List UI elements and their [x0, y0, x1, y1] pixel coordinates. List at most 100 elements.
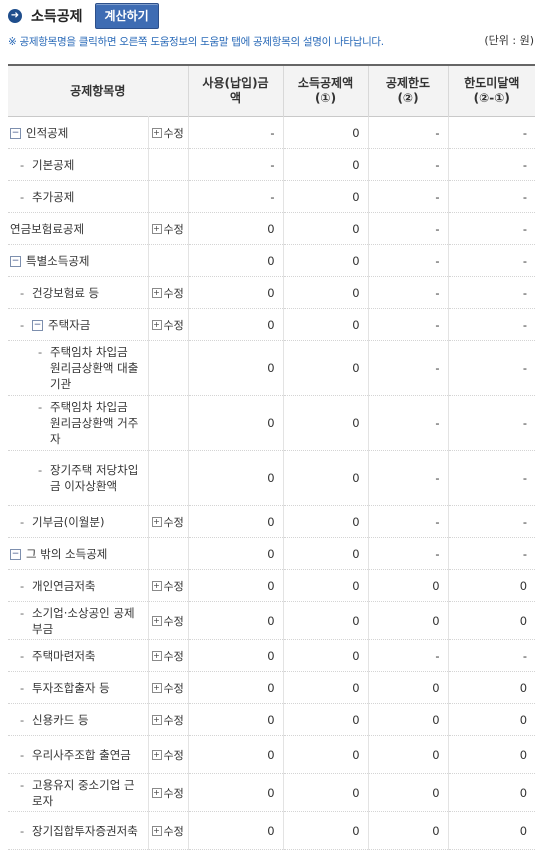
deduction-item-link[interactable]: 그 밖의 소득공제 [26, 546, 107, 562]
modify-label: 수정 [163, 787, 184, 800]
collapse-icon[interactable]: − [10, 255, 21, 267]
calculate-button[interactable]: 계산하기 [94, 3, 159, 29]
row-modify-cell: + 수정 [147, 811, 189, 850]
amount-cell: 0 [187, 811, 284, 850]
collapse-icon[interactable]: − [10, 548, 21, 560]
row-modify-cell [147, 148, 189, 181]
modify-button[interactable]: + 수정 [151, 514, 184, 530]
modify-label: 수정 [163, 287, 184, 300]
limit-cell: - [367, 450, 449, 506]
deduction-item-link[interactable]: 장기집합투자증권저축 [32, 823, 138, 839]
unit-label: (단위 : 원) [484, 34, 534, 47]
modify-label: 수정 [163, 682, 184, 695]
table-row: - 기본공제 -0- - [8, 148, 536, 181]
row-modify-cell: + 수정 [147, 212, 189, 245]
dash-marker: - [38, 463, 43, 477]
modify-button[interactable]: + 수정 [151, 221, 184, 237]
table-row: - 신용카드 등 + 수정 0 0 0 0 [8, 703, 536, 736]
deduction-item-link[interactable]: 투자조합출자 등 [32, 680, 110, 696]
plus-icon: + [151, 320, 162, 330]
row-name-cell: - 투자조합출자 등 [8, 671, 148, 704]
plus-icon: + [151, 517, 162, 527]
row-name-cell: - 기부금(이월분) [8, 505, 148, 538]
modify-button[interactable]: + 수정 [151, 785, 184, 801]
table-row: − 인적공제 + 수정 -0- - [8, 116, 536, 149]
row-modify-cell [147, 450, 189, 506]
modify-label: 수정 [163, 516, 184, 529]
deduction-item-link[interactable]: 주택임차 차입금 원리금상환액 대출기관 [50, 344, 142, 392]
deduction-item-link[interactable]: 소기업·소상공인 공제부금 [32, 605, 142, 637]
row-modify-cell: + 수정 [147, 276, 189, 309]
table-header-row: 공제항목명 사용(납입)금액 소득공제액(①) 공제한도(②) 한도미달액(②-… [8, 65, 536, 117]
modify-button[interactable]: + 수정 [151, 823, 184, 839]
dash-marker: - [20, 514, 25, 529]
dash-marker: - [20, 605, 25, 620]
dash-marker: - [20, 189, 25, 204]
deduction-item-link[interactable]: 기부금(이월분) [32, 514, 104, 530]
limit-cell: 0 [367, 671, 449, 704]
shortfall-cell: 0 [447, 773, 536, 812]
deduction-item-link[interactable]: 추가공제 [32, 189, 74, 205]
plus-icon: + [151, 788, 162, 798]
collapse-icon[interactable]: − [32, 319, 43, 331]
limit-cell: 0 [367, 811, 449, 850]
modify-button[interactable]: + 수정 [151, 680, 184, 696]
row-name-cell: - 신용카드 등 [8, 703, 148, 736]
section-title: 소득공제 [31, 9, 83, 25]
amount-cell: 0 [187, 735, 284, 774]
deduction-item-link[interactable]: 주택마련저축 [32, 648, 95, 664]
row-name-cell: - 추가공제 [8, 180, 148, 213]
deduction-item-link[interactable]: 인적공제 [26, 125, 68, 141]
deduction-item-link[interactable]: 특별소득공제 [26, 253, 89, 269]
table-row: − 그 밖의 소득공제 0 0- - [8, 537, 536, 570]
deduction-item-link[interactable]: 기본공제 [32, 157, 74, 173]
modify-button[interactable]: + 수정 [151, 712, 184, 728]
shortfall-cell: 0 [447, 671, 536, 704]
dash-marker: - [38, 400, 43, 414]
plus-icon: + [151, 750, 162, 760]
deduction-cell: 0 [282, 671, 369, 704]
dash-marker: - [20, 317, 25, 332]
shortfall-cell: - [447, 244, 536, 277]
modify-button[interactable]: + 수정 [151, 578, 184, 594]
deduction-item-link[interactable]: 건강보험료 등 [32, 285, 99, 301]
modify-button[interactable]: + 수정 [151, 648, 184, 664]
row-modify-cell [147, 537, 189, 570]
row-modify-cell: + 수정 [147, 601, 189, 640]
deduction-item-link[interactable]: 연금보험료공제 [10, 221, 84, 237]
deduction-cell: 0 [282, 212, 369, 245]
modify-button[interactable]: + 수정 [151, 285, 184, 301]
table-row: - 주택임차 차입금 원리금상환액 대출기관 0 0- - [8, 340, 536, 396]
deduction-item-link[interactable]: 우리사주조합 출연금 [32, 747, 131, 763]
deduction-item-link[interactable]: 개인연금저축 [32, 578, 95, 594]
deduction-cell: 0 [282, 116, 369, 149]
modify-button[interactable]: + 수정 [151, 317, 184, 333]
modify-button[interactable]: + 수정 [151, 747, 184, 763]
row-modify-cell [147, 340, 189, 396]
row-name-cell: - 소기업·소상공인 공제부금 [8, 601, 148, 640]
col-header-deduction: 소득공제액(①) [282, 65, 369, 117]
deduction-item-link[interactable]: 장기주택 저당차입금 이자상환액 [50, 462, 142, 494]
table-row: - 추가공제 -0- - [8, 180, 536, 213]
plus-icon: + [151, 581, 162, 591]
deduction-item-link[interactable]: 고용유지 중소기업 근로자 [32, 777, 142, 809]
row-name-cell: 연금보험료공제 [8, 212, 148, 245]
shortfall-cell: 0 [447, 601, 536, 640]
limit-cell: - [367, 308, 449, 341]
table-row: 연금보험료공제 + 수정 0 0- - [8, 212, 536, 245]
deduction-item-link[interactable]: 주택임차 차입금 원리금상환액 거주자 [50, 399, 142, 447]
collapse-icon[interactable]: − [10, 127, 21, 139]
modify-button[interactable]: + 수정 [151, 125, 184, 141]
deduction-cell: 0 [282, 276, 369, 309]
deduction-item-link[interactable]: 신용카드 등 [32, 712, 89, 728]
deduction-table: 공제항목명 사용(납입)금액 소득공제액(①) 공제한도(②) 한도미달액(②-… [8, 64, 536, 850]
amount-cell: 0 [187, 773, 284, 812]
plus-icon: + [151, 128, 162, 138]
deduction-item-link[interactable]: 주택자금 [48, 317, 90, 333]
modify-button[interactable]: + 수정 [151, 613, 184, 629]
row-name-cell: - 장기주택 저당차입금 이자상환액 [8, 450, 148, 506]
limit-cell: - [367, 639, 449, 672]
limit-cell: 0 [367, 735, 449, 774]
modify-label: 수정 [163, 127, 184, 140]
row-name-cell: - 기본공제 [8, 148, 148, 181]
